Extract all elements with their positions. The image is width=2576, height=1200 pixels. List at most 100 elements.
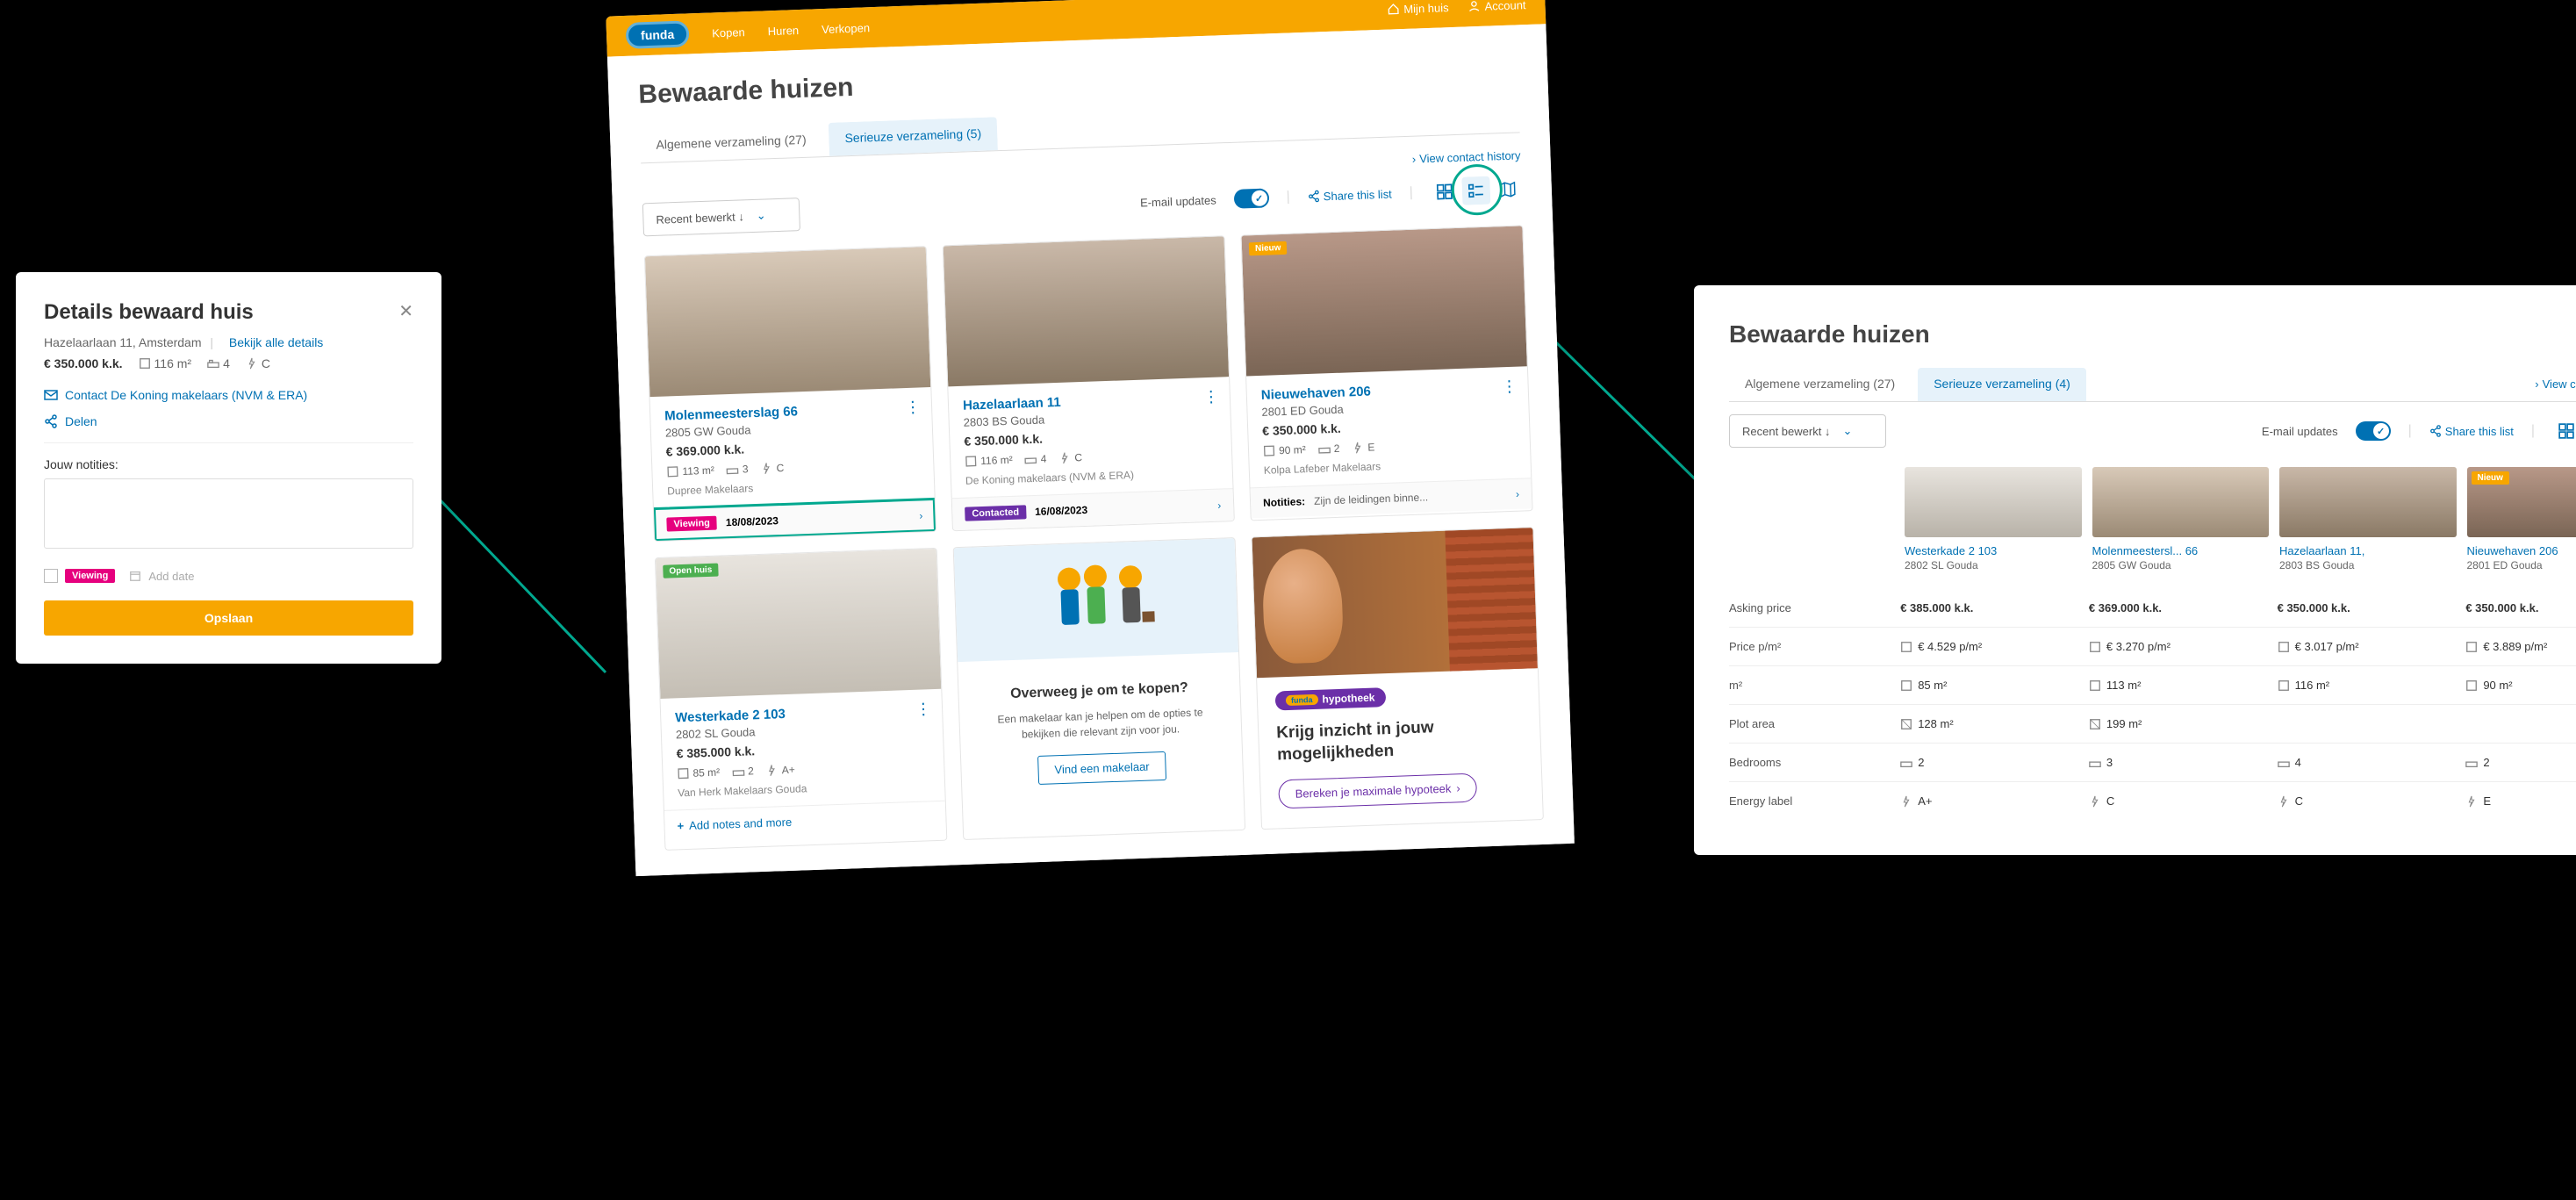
card-menu-icon[interactable]: ⋮ (915, 700, 932, 719)
grid-view-icon[interactable] (1430, 177, 1459, 206)
listing-card: ⋮ Hazelaarlaan 11 2803 BS Gouda € 350.00… (943, 235, 1235, 531)
hypotheek-badge: funda hypotheek (1275, 687, 1386, 710)
compare-loc: 2805 GW Gouda (2092, 559, 2270, 571)
compare-name[interactable]: Molenmeestersl... 66 (2092, 544, 2270, 557)
nav-huren[interactable]: Huren (767, 24, 799, 38)
tab-serious[interactable]: Serieuze verzameling (4) (1918, 368, 2086, 401)
listings-grid: ⋮ Molenmeesterslag 66 2805 GW Gouda € 36… (644, 225, 1544, 851)
promo-title: Overweeg je om te kopen? (978, 679, 1220, 704)
nieuw-badge: Nieuw (1249, 241, 1288, 256)
calendar-icon (129, 570, 141, 582)
nav-kopen[interactable]: Kopen (712, 25, 745, 40)
compare-row-bedrooms: Bedrooms 2 3 4 2 (1729, 744, 2576, 782)
funda-logo[interactable]: funda (626, 20, 690, 48)
open-huis-badge: Open huis (663, 564, 718, 578)
close-icon[interactable]: ✕ (398, 300, 413, 322)
compare-name[interactable]: Hazelaarlaan 11, (2279, 544, 2457, 557)
details-address: Hazelaarlaan 11, Amsterdam (44, 335, 202, 349)
nav-verkopen[interactable]: Verkopen (822, 21, 870, 36)
promo-text: Een makelaar kan je helpen om de opties … (979, 704, 1222, 744)
email-updates-label: E-mail updates (1140, 193, 1216, 209)
details-title: Details bewaard huis (44, 300, 254, 325)
share-icon (44, 414, 58, 428)
compare-loc: 2803 BS Gouda (2279, 559, 2457, 571)
listing-agent: De Koning makelaars (NVM & ERA) (965, 466, 1218, 487)
nav-account[interactable]: Account (1467, 0, 1525, 13)
chevron-right-icon: › (919, 509, 922, 521)
area-stat: 116 m² (139, 356, 192, 370)
bedrooms-stat: 4 (207, 356, 230, 370)
house-icon (1387, 3, 1399, 15)
tab-general[interactable]: Algemene verzameling (27) (640, 123, 822, 162)
view-all-details-link[interactable]: Bekijk alle details (229, 335, 323, 349)
listing-price: € 385.000 k.k. (676, 737, 929, 760)
listing-card: Nieuw ⋮ Nieuwehaven 206 2801 ED Gouda € … (1240, 225, 1532, 521)
listing-photo[interactable]: Nieuw (1241, 226, 1526, 376)
compare-thumb[interactable] (2092, 467, 2270, 537)
compare-row-asking: Asking price € 385.000 k.k. € 369.000 k.… (1729, 589, 2576, 628)
email-toggle[interactable] (1233, 188, 1269, 208)
notes-textarea[interactable] (44, 478, 413, 549)
listing-agent: Dupree Makelaars (667, 477, 920, 498)
find-agent-button[interactable]: Vind een makelaar (1037, 751, 1166, 785)
compare-name[interactable]: Westerkade 2 103 (1905, 544, 2082, 557)
compare-column: Nieuw Nieuwehaven 206 2801 ED Gouda (2467, 467, 2576, 571)
sort-select[interactable]: Recent bewerkt ↓⌄ (1729, 414, 1886, 448)
share-icon (2429, 425, 2442, 437)
calc-mortgage-button[interactable]: Bereken je maximale hypoteek › (1278, 773, 1477, 809)
card-menu-icon[interactable]: ⋮ (1501, 377, 1518, 397)
share-icon (1308, 190, 1320, 202)
listing-photo[interactable] (645, 247, 930, 397)
compare-thumb[interactable]: Nieuw (2467, 467, 2576, 537)
compare-row-energy: Energy label A+ C C E (1729, 782, 2576, 820)
details-address-row: Hazelaarlaan 11, Amsterdam | Bekijk alle… (44, 335, 413, 349)
listing-photo[interactable]: Open huis (656, 549, 941, 699)
details-price: € 350.000 k.k. (44, 356, 123, 370)
share-link[interactable]: Delen (44, 414, 413, 428)
list-view-icon[interactable] (1461, 176, 1490, 205)
view-contact-history[interactable]: › View contact history (1412, 148, 1521, 165)
compare-thumb[interactable] (1905, 467, 2082, 537)
compare-column: Hazelaarlaan 11, 2803 BS Gouda (2279, 467, 2457, 571)
details-panel: Details bewaard huis ✕ Hazelaarlaan 11, … (16, 272, 441, 664)
tab-serious[interactable]: Serieuze verzameling (5) (829, 117, 998, 156)
map-view-icon[interactable] (1493, 175, 1522, 204)
compare-column: Molenmeestersl... 66 2805 GW Gouda (2092, 467, 2270, 571)
compare-column: Westerkade 2 103 2802 SL Gouda (1905, 467, 2082, 571)
listing-price: € 350.000 k.k. (1262, 415, 1515, 438)
nieuw-badge: Nieuw (2472, 471, 2509, 485)
listing-photo[interactable] (944, 236, 1229, 386)
sort-select[interactable]: Recent bewerkt ↓⌄ (642, 198, 801, 236)
grid-view-icon[interactable] (2552, 417, 2576, 445)
listing-card: Open huis ⋮ Westerkade 2 103 2802 SL Gou… (655, 548, 947, 851)
details-stats: € 350.000 k.k. 116 m² 4 C (44, 356, 413, 370)
compare-row-plot: Plot area 128 m² 199 m² (1729, 705, 2576, 744)
save-button[interactable]: Opslaan (44, 600, 413, 636)
promo-card-makelaar: Overweeg je om te kopen? Een makelaar ka… (953, 537, 1245, 840)
card-menu-icon[interactable]: ⋮ (905, 398, 922, 417)
mail-icon (44, 388, 58, 402)
compare-loc: 2802 SL Gouda (1905, 559, 2082, 571)
compare-row-m2: m² 85 m² 113 m² 116 m² 90 m² (1729, 666, 2576, 705)
listing-agent: Kolpa Lafeber Makelaars (1264, 456, 1517, 477)
viewing-checkbox[interactable] (44, 569, 58, 583)
add-date-label[interactable]: Add date (148, 570, 194, 583)
user-icon (1467, 0, 1480, 12)
compare-panel: Bewaarde huizen Algemene verzameling (27… (1694, 285, 2576, 855)
card-menu-icon[interactable]: ⋮ (1203, 388, 1220, 407)
people-illustration (1024, 550, 1168, 651)
view-contact-history[interactable]: › View contact history (2535, 377, 2576, 391)
viewing-tag: Viewing (65, 569, 115, 583)
nav-mijn-huis[interactable]: Mijn huis (1387, 1, 1449, 16)
compare-name[interactable]: Nieuwehaven 206 (2467, 544, 2576, 557)
compare-thumb[interactable] (2279, 467, 2457, 537)
contact-agent-link[interactable]: Contact De Koning makelaars (NVM & ERA) (44, 388, 413, 402)
listing-price: € 369.000 k.k. (665, 436, 918, 459)
email-toggle[interactable] (2356, 421, 2391, 441)
share-list-link[interactable]: Share this list (2429, 425, 2514, 438)
chevron-right-icon: › (1217, 499, 1221, 512)
share-list-link[interactable]: Share this list (1308, 187, 1393, 203)
listing-price: € 350.000 k.k. (964, 426, 1216, 449)
tab-general[interactable]: Algemene verzameling (27) (1729, 368, 1911, 401)
tag-row: Viewing Add date (44, 569, 413, 583)
